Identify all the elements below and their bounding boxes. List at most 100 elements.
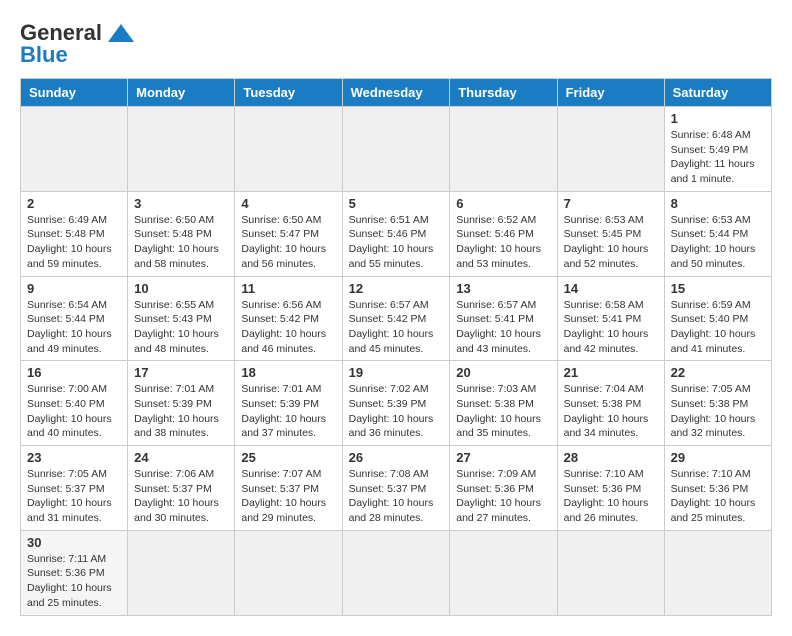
calendar-cell: 11 Sunrise: 6:56 AM Sunset: 5:42 PM Dayli… [235, 276, 342, 361]
day-number: 1 [671, 111, 765, 126]
calendar-table: SundayMondayTuesdayWednesdayThursdayFrid… [20, 78, 772, 616]
calendar-cell [557, 530, 664, 615]
calendar-cell: 8 Sunrise: 6:53 AM Sunset: 5:44 PM Daylig… [664, 191, 771, 276]
calendar-cell: 27 Sunrise: 7:09 AM Sunset: 5:36 PM Dayli… [450, 446, 557, 531]
calendar-cell [557, 107, 664, 192]
logo-blue-text: Blue [20, 42, 68, 68]
day-info: Sunrise: 6:49 AM Sunset: 5:48 PM Dayligh… [27, 213, 121, 272]
day-info: Sunrise: 7:05 AM Sunset: 5:38 PM Dayligh… [671, 382, 765, 441]
day-number: 26 [349, 450, 444, 465]
calendar-cell: 4 Sunrise: 6:50 AM Sunset: 5:47 PM Daylig… [235, 191, 342, 276]
calendar-cell: 1Sunrise: 6:48 AM Sunset: 5:49 PM Daylig… [664, 107, 771, 192]
calendar-cell [450, 530, 557, 615]
day-number: 9 [27, 281, 121, 296]
weekday-header-sunday: Sunday [21, 79, 128, 107]
day-number: 2 [27, 196, 121, 211]
day-number: 16 [27, 365, 121, 380]
calendar-cell: 16 Sunrise: 7:00 AM Sunset: 5:40 PM Dayli… [21, 361, 128, 446]
day-number: 10 [134, 281, 228, 296]
day-number: 6 [456, 196, 550, 211]
calendar-cell: 26Sunrise: 7:08 AM Sunset: 5:37 PM Dayli… [342, 446, 450, 531]
calendar-cell: 12 Sunrise: 6:57 AM Sunset: 5:42 PM Dayli… [342, 276, 450, 361]
calendar-cell: 21 Sunrise: 7:04 AM Sunset: 5:38 PM Dayli… [557, 361, 664, 446]
day-info: Sunrise: 7:11 AM Sunset: 5:36 PM Dayligh… [27, 552, 121, 611]
calendar-cell: 2 Sunrise: 6:49 AM Sunset: 5:48 PM Daylig… [21, 191, 128, 276]
weekday-header-friday: Friday [557, 79, 664, 107]
page-header: General Blue [20, 20, 772, 68]
calendar-cell [128, 530, 235, 615]
day-info: Sunrise: 7:09 AM Sunset: 5:36 PM Dayligh… [456, 467, 550, 526]
calendar-cell: 22 Sunrise: 7:05 AM Sunset: 5:38 PM Dayli… [664, 361, 771, 446]
day-info: Sunrise: 7:00 AM Sunset: 5:40 PM Dayligh… [27, 382, 121, 441]
calendar-cell [128, 107, 235, 192]
day-info: Sunrise: 7:03 AM Sunset: 5:38 PM Dayligh… [456, 382, 550, 441]
day-info: Sunrise: 7:01 AM Sunset: 5:39 PM Dayligh… [134, 382, 228, 441]
day-number: 3 [134, 196, 228, 211]
day-info: Sunrise: 6:57 AM Sunset: 5:42 PM Dayligh… [349, 298, 444, 357]
calendar-cell [450, 107, 557, 192]
day-info: Sunrise: 6:51 AM Sunset: 5:46 PM Dayligh… [349, 213, 444, 272]
day-number: 12 [349, 281, 444, 296]
calendar-cell: 10 Sunrise: 6:55 AM Sunset: 5:43 PM Dayli… [128, 276, 235, 361]
calendar-cell: 15Sunrise: 6:59 AM Sunset: 5:40 PM Dayli… [664, 276, 771, 361]
day-number: 4 [241, 196, 335, 211]
weekday-header-monday: Monday [128, 79, 235, 107]
weekday-header-tuesday: Tuesday [235, 79, 342, 107]
day-number: 7 [564, 196, 658, 211]
day-info: Sunrise: 7:07 AM Sunset: 5:37 PM Dayligh… [241, 467, 335, 526]
calendar-cell: 7 Sunrise: 6:53 AM Sunset: 5:45 PM Daylig… [557, 191, 664, 276]
calendar-cell: 18 Sunrise: 7:01 AM Sunset: 5:39 PM Dayli… [235, 361, 342, 446]
calendar-cell: 13 Sunrise: 6:57 AM Sunset: 5:41 PM Dayli… [450, 276, 557, 361]
calendar-cell: 6Sunrise: 6:52 AM Sunset: 5:46 PM Daylig… [450, 191, 557, 276]
logo: General Blue [20, 20, 136, 68]
calendar-cell: 17 Sunrise: 7:01 AM Sunset: 5:39 PM Dayli… [128, 361, 235, 446]
day-info: Sunrise: 7:01 AM Sunset: 5:39 PM Dayligh… [241, 382, 335, 441]
day-info: Sunrise: 7:04 AM Sunset: 5:38 PM Dayligh… [564, 382, 658, 441]
day-number: 13 [456, 281, 550, 296]
calendar-cell: 29 Sunrise: 7:10 AM Sunset: 5:36 PM Dayli… [664, 446, 771, 531]
calendar-cell: 19Sunrise: 7:02 AM Sunset: 5:39 PM Dayli… [342, 361, 450, 446]
calendar-cell: 9Sunrise: 6:54 AM Sunset: 5:44 PM Daylig… [21, 276, 128, 361]
day-number: 11 [241, 281, 335, 296]
day-info: Sunrise: 6:50 AM Sunset: 5:47 PM Dayligh… [241, 213, 335, 272]
day-number: 18 [241, 365, 335, 380]
day-number: 17 [134, 365, 228, 380]
day-number: 8 [671, 196, 765, 211]
day-info: Sunrise: 6:56 AM Sunset: 5:42 PM Dayligh… [241, 298, 335, 357]
day-number: 14 [564, 281, 658, 296]
day-info: Sunrise: 7:06 AM Sunset: 5:37 PM Dayligh… [134, 467, 228, 526]
day-info: Sunrise: 6:57 AM Sunset: 5:41 PM Dayligh… [456, 298, 550, 357]
weekday-header-thursday: Thursday [450, 79, 557, 107]
calendar-week-row: 2 Sunrise: 6:49 AM Sunset: 5:48 PM Daylig… [21, 191, 772, 276]
day-number: 20 [456, 365, 550, 380]
calendar-header-row: SundayMondayTuesdayWednesdayThursdayFrid… [21, 79, 772, 107]
day-info: Sunrise: 6:58 AM Sunset: 5:41 PM Dayligh… [564, 298, 658, 357]
calendar-cell: 30 Sunrise: 7:11 AM Sunset: 5:36 PM Dayli… [21, 530, 128, 615]
day-info: Sunrise: 7:10 AM Sunset: 5:36 PM Dayligh… [671, 467, 765, 526]
day-info: Sunrise: 6:53 AM Sunset: 5:45 PM Dayligh… [564, 213, 658, 272]
day-number: 29 [671, 450, 765, 465]
day-number: 25 [241, 450, 335, 465]
calendar-cell: 3 Sunrise: 6:50 AM Sunset: 5:48 PM Daylig… [128, 191, 235, 276]
day-info: Sunrise: 7:05 AM Sunset: 5:37 PM Dayligh… [27, 467, 121, 526]
day-info: Sunrise: 6:59 AM Sunset: 5:40 PM Dayligh… [671, 298, 765, 357]
calendar-cell [235, 530, 342, 615]
logo-icon [106, 22, 136, 44]
weekday-header-saturday: Saturday [664, 79, 771, 107]
day-info: Sunrise: 6:53 AM Sunset: 5:44 PM Dayligh… [671, 213, 765, 272]
calendar-cell: 23Sunrise: 7:05 AM Sunset: 5:37 PM Dayli… [21, 446, 128, 531]
calendar-cell [664, 530, 771, 615]
calendar-week-row: 23Sunrise: 7:05 AM Sunset: 5:37 PM Dayli… [21, 446, 772, 531]
day-number: 27 [456, 450, 550, 465]
day-number: 22 [671, 365, 765, 380]
calendar-cell [342, 107, 450, 192]
day-info: Sunrise: 7:02 AM Sunset: 5:39 PM Dayligh… [349, 382, 444, 441]
day-info: Sunrise: 6:55 AM Sunset: 5:43 PM Dayligh… [134, 298, 228, 357]
day-info: Sunrise: 6:50 AM Sunset: 5:48 PM Dayligh… [134, 213, 228, 272]
calendar-cell: 28Sunrise: 7:10 AM Sunset: 5:36 PM Dayli… [557, 446, 664, 531]
calendar-cell: 5Sunrise: 6:51 AM Sunset: 5:46 PM Daylig… [342, 191, 450, 276]
day-number: 21 [564, 365, 658, 380]
calendar-cell: 14 Sunrise: 6:58 AM Sunset: 5:41 PM Dayli… [557, 276, 664, 361]
day-number: 30 [27, 535, 121, 550]
calendar-week-row: 16 Sunrise: 7:00 AM Sunset: 5:40 PM Dayli… [21, 361, 772, 446]
